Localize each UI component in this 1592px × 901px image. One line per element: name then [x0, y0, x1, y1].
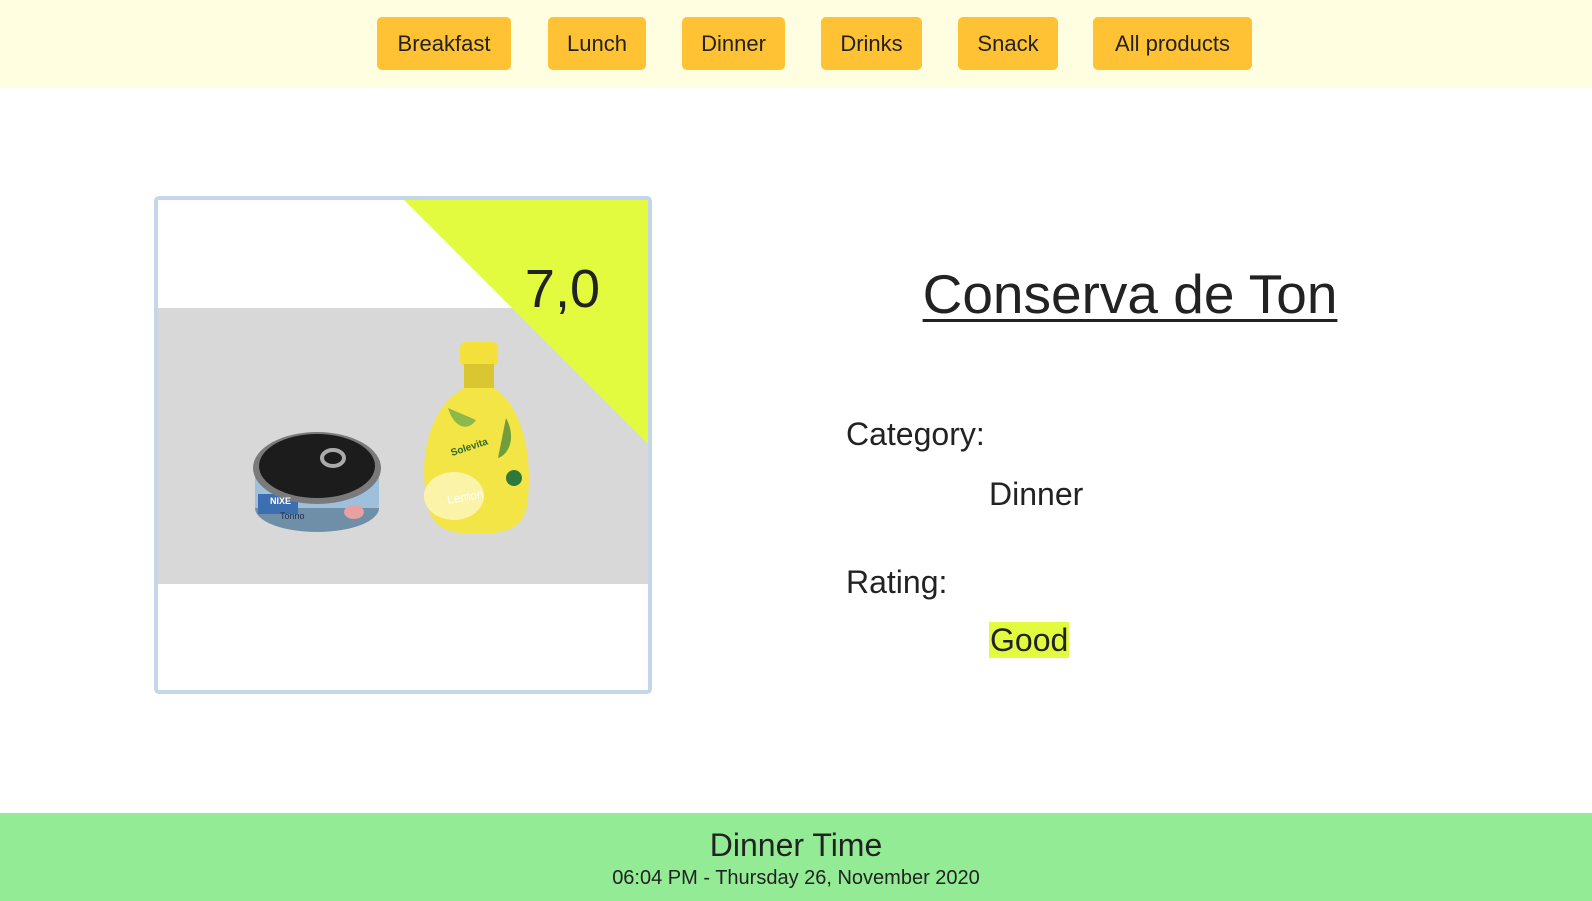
tuna-can-image: NIXE Tonno	[253, 432, 381, 532]
category-value: Dinner	[989, 476, 1084, 512]
rating-value-wrap: Good	[989, 622, 1070, 659]
top-nav-bar: Breakfast Lunch Dinner Drinks Snack All …	[0, 0, 1592, 88]
can-brand-text: NIXE	[270, 496, 291, 506]
nav-button-breakfast[interactable]: Breakfast	[377, 17, 511, 70]
nav-button-snack[interactable]: Snack	[958, 17, 1058, 70]
footer-bar: Dinner Time 06:04 PM - Thursday 26, Nove…	[0, 813, 1592, 901]
nav-button-lunch[interactable]: Lunch	[548, 17, 646, 70]
current-datetime: 06:04 PM - Thursday 26, November 2020	[612, 867, 980, 889]
nav-button-drinks[interactable]: Drinks	[821, 17, 922, 70]
rating-value: Good	[989, 622, 1070, 658]
nav-button-all-products[interactable]: All products	[1093, 17, 1252, 70]
nav-button-dinner[interactable]: Dinner	[682, 17, 785, 70]
product-card: NIXE Tonno Solevita Lemon 7,0	[154, 196, 652, 694]
rating-label: Rating:	[846, 564, 948, 600]
product-title[interactable]: Conserva de Ton	[830, 262, 1430, 326]
meal-time-title: Dinner Time	[709, 827, 883, 863]
product-score: 7,0	[524, 259, 600, 319]
category-label: Category:	[846, 416, 985, 452]
can-label-text: Tonno	[280, 511, 305, 521]
score-corner-badge	[404, 200, 648, 444]
